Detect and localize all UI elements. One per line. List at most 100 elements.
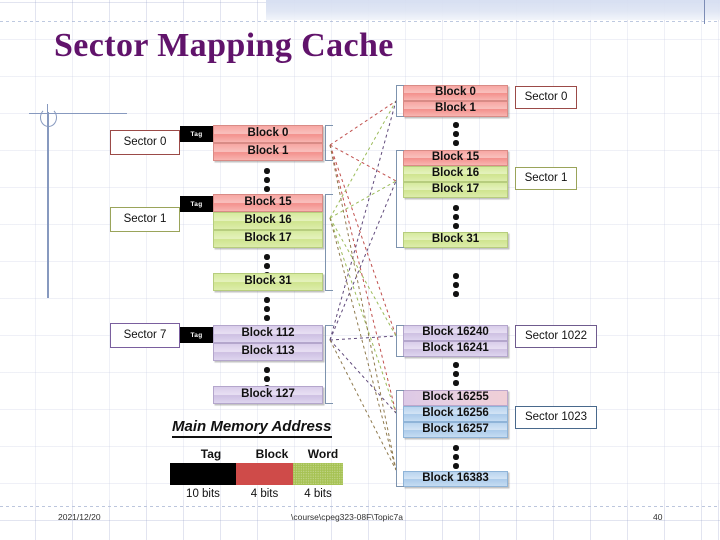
address-field-bits-block-text: 4 bits xyxy=(250,488,279,500)
cache-sector-label-1[interactable]: Sector 1 xyxy=(110,207,180,232)
memory-bracket-0 xyxy=(396,85,404,118)
cache-tag-box-0: Tag xyxy=(180,126,213,142)
address-field-label-block: Block xyxy=(241,447,303,461)
cache-block-31[interactable]: Block 31 xyxy=(213,273,323,291)
memory-ellipsis-1 xyxy=(453,205,459,229)
address-field-bits-tag: 10 bits xyxy=(170,488,236,500)
memory-sector-label-1022[interactable]: Sector 1022 xyxy=(515,325,597,348)
memory-block-16383-text: Block 16383 xyxy=(422,472,489,485)
cache-tag-box-7: Tag xyxy=(180,327,213,343)
cache-block-127[interactable]: Block 127 xyxy=(213,386,323,404)
cache-block-112-text: Block 112 xyxy=(241,327,295,340)
memory-sector-label-1-text: Sector 1 xyxy=(524,171,568,184)
cache-block-113-text: Block 113 xyxy=(241,345,295,358)
memory-block-0[interactable]: Block 0 xyxy=(403,85,508,101)
cache-tag-box-7-text: Tag xyxy=(190,331,203,339)
memory-block-15[interactable]: Block 15 xyxy=(403,150,508,166)
memory-block-1[interactable]: Block 1 xyxy=(403,101,508,117)
footer-date: 2021/12/20 xyxy=(58,512,101,522)
cache-tag-box-0-text: Tag xyxy=(190,130,203,138)
cache-sector-label-0-text: Sector 0 xyxy=(123,135,167,148)
cache-sector-label-7-text: Sector 7 xyxy=(123,328,167,341)
memory-bracket-1 xyxy=(396,150,404,249)
memory-block-16383[interactable]: Block 16383 xyxy=(403,471,508,487)
memory-block-17[interactable]: Block 17 xyxy=(403,182,508,198)
cache-block-17-text: Block 17 xyxy=(244,232,292,245)
address-field-bar-tag xyxy=(170,463,236,485)
footer-path: \course\cpeg323-08F\Topic7a xyxy=(291,512,403,522)
memory-block-16255[interactable]: Block 16255 xyxy=(403,390,508,406)
memory-block-16-text: Block 16 xyxy=(431,167,480,180)
cache-ellipsis-2 xyxy=(264,297,270,321)
cache-block-1-text: Block 1 xyxy=(247,145,289,158)
left-decorative-vertical-line xyxy=(47,112,49,298)
memory-bracket-1023 xyxy=(396,390,404,488)
address-field-label-tag-text: Tag xyxy=(200,447,222,461)
top-dashed-rule xyxy=(0,21,720,22)
address-field-bar-block xyxy=(236,463,293,485)
memory-ellipsis-0 xyxy=(453,122,459,146)
address-heading: Main Memory Address xyxy=(172,418,332,438)
memory-block-16241-text: Block 16241 xyxy=(422,342,489,355)
memory-sector-label-1023-text: Sector 1023 xyxy=(524,410,587,423)
cache-block-16[interactable]: Block 16 xyxy=(213,212,323,230)
memory-block-31-text: Block 31 xyxy=(431,233,480,246)
cache-block-112[interactable]: Block 112 xyxy=(213,325,323,343)
memory-ellipsis-3 xyxy=(453,362,459,386)
address-field-bits-word: 4 bits xyxy=(293,488,343,500)
background-grid-mask xyxy=(0,22,720,500)
address-field-label-tag: Tag xyxy=(175,447,247,461)
cache-tag-box-1: Tag xyxy=(180,196,213,212)
memory-block-16257[interactable]: Block 16257 xyxy=(403,422,508,438)
memory-block-16[interactable]: Block 16 xyxy=(403,166,508,182)
cache-block-127-text: Block 127 xyxy=(241,388,295,401)
left-decorative-tick xyxy=(47,104,48,115)
memory-block-16255-text: Block 16255 xyxy=(422,391,489,404)
cache-block-15-text: Block 15 xyxy=(244,196,292,209)
memory-block-16240-text: Block 16240 xyxy=(422,326,489,339)
memory-sector-label-1022-text: Sector 1022 xyxy=(524,329,587,342)
address-field-bits-block: 4 bits xyxy=(236,488,293,500)
top-right-vertical-rule xyxy=(704,0,705,24)
cache-block-0[interactable]: Block 0 xyxy=(213,125,323,143)
cache-block-0-text: Block 0 xyxy=(247,127,289,140)
memory-block-1-text: Block 1 xyxy=(435,102,476,115)
address-field-label-word-text: Word xyxy=(307,447,339,461)
cache-block-31-text: Block 31 xyxy=(244,275,292,288)
memory-ellipsis-2 xyxy=(453,273,459,297)
cache-block-113[interactable]: Block 113 xyxy=(213,343,323,361)
cache-block-16-text: Block 16 xyxy=(244,214,292,227)
memory-block-17-text: Block 17 xyxy=(431,183,480,196)
cache-sector-label-0[interactable]: Sector 0 xyxy=(110,130,180,155)
memory-bracket-1022 xyxy=(396,325,404,358)
cache-sector-label-1-text: Sector 1 xyxy=(123,212,167,225)
memory-block-16240[interactable]: Block 16240 xyxy=(403,325,508,341)
cache-ellipsis-0 xyxy=(264,168,270,192)
cache-sector-label-7[interactable]: Sector 7 xyxy=(110,323,180,348)
cache-block-1[interactable]: Block 1 xyxy=(213,143,323,161)
memory-sector-label-1[interactable]: Sector 1 xyxy=(515,167,577,190)
memory-ellipsis-4 xyxy=(453,445,459,469)
page-title: Sector Mapping Cache xyxy=(54,27,394,64)
address-field-bits-word-text: 4 bits xyxy=(304,488,332,500)
cache-bracket-1 xyxy=(325,194,333,292)
sector-mapping-connectors xyxy=(329,100,397,471)
cache-block-15[interactable]: Block 15 xyxy=(213,194,323,212)
slide-canvas: Sector Mapping Cache Sector 0 Tag Block … xyxy=(0,0,720,540)
memory-sector-label-0-text: Sector 0 xyxy=(524,90,568,103)
address-field-bar-word xyxy=(293,463,343,485)
memory-block-16257-text: Block 16257 xyxy=(422,423,489,436)
memory-block-15-text: Block 15 xyxy=(431,151,480,164)
memory-block-16241[interactable]: Block 16241 xyxy=(403,341,508,357)
memory-block-16256-text: Block 16256 xyxy=(422,407,489,420)
address-field-label-word: Word xyxy=(297,447,349,461)
background-grid xyxy=(0,0,720,540)
address-field-bits-tag-text: 10 bits xyxy=(186,488,220,500)
memory-sector-label-0[interactable]: Sector 0 xyxy=(515,86,577,109)
left-decorative-hook-icon xyxy=(40,108,57,127)
memory-block-16256[interactable]: Block 16256 xyxy=(403,406,508,422)
cache-block-17[interactable]: Block 17 xyxy=(213,230,323,248)
memory-sector-label-1023[interactable]: Sector 1023 xyxy=(515,406,597,429)
memory-block-31[interactable]: Block 31 xyxy=(403,232,508,248)
cache-bracket-7 xyxy=(325,325,333,405)
